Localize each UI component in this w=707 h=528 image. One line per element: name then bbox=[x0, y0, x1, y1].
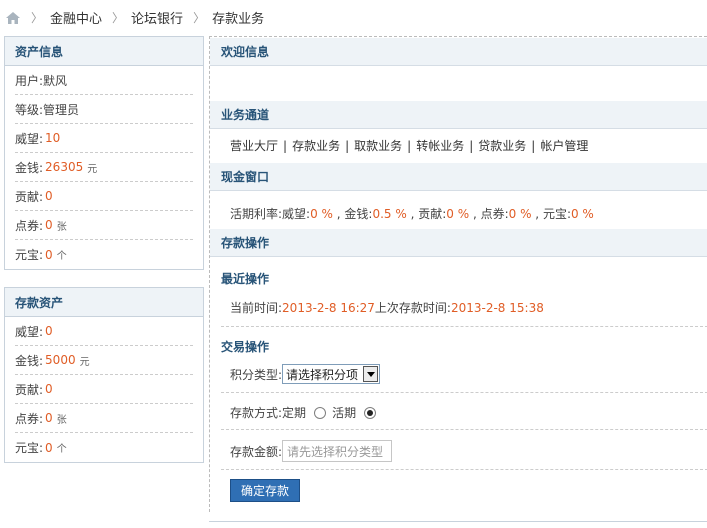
confirm-deposit-button[interactable]: 确定存款 bbox=[230, 479, 300, 502]
asset-value: 0 bbox=[45, 247, 53, 262]
breadcrumb-forum-bank[interactable]: 论坛银行 bbox=[131, 8, 183, 27]
deposit-row-contribution: 贡献: 0 bbox=[15, 375, 193, 404]
nav-account[interactable]: 帐户管理 bbox=[540, 137, 588, 154]
asset-value: 0 bbox=[45, 218, 53, 232]
asset-value: 0 bbox=[45, 189, 53, 203]
breadcrumb-deposit: 存款业务 bbox=[212, 12, 265, 27]
rate-prestige: 0 % bbox=[310, 206, 333, 221]
divider bbox=[221, 392, 707, 393]
divider bbox=[221, 326, 707, 327]
rate-coupons: 0 % bbox=[508, 206, 532, 221]
asset-row-coupons: 点券: 0张 bbox=[15, 211, 193, 240]
deposit-row-money: 金钱: 5000 元 bbox=[15, 346, 193, 375]
deposit-value: 0 bbox=[45, 382, 53, 396]
asset-value: 10 bbox=[45, 131, 61, 145]
trade-op-title: 交易操作 bbox=[221, 340, 270, 354]
asset-unit: 元 bbox=[87, 163, 98, 175]
chevron-right-icon: 〉 bbox=[193, 11, 206, 25]
deposit-row-ingots: 元宝: 0个 bbox=[15, 440, 67, 456]
nav-deposit[interactable]: 存款业务 bbox=[292, 137, 340, 154]
asset-row-ingots: 元宝: 0个 bbox=[15, 247, 67, 263]
asset-value: 26305 bbox=[45, 160, 84, 174]
deposit-value: 0 bbox=[45, 440, 53, 455]
asset-unit: 个 bbox=[56, 251, 67, 262]
asset-row-money: 金钱: 26305 元 bbox=[15, 153, 193, 182]
nav-lobby[interactable]: 营业大厅 bbox=[230, 137, 278, 154]
main-content: 欢迎信息 业务通道 营业大厅 | 存款业务 | 取款业务 | 转帐业务 | 贷款业务 | … bbox=[209, 36, 707, 512]
rate-contribution: 0 % bbox=[446, 206, 470, 221]
cash-title: 现金窗口 bbox=[210, 162, 707, 191]
chevron-right-icon: 〉 bbox=[112, 11, 125, 25]
chevron-right-icon: 〉 bbox=[31, 11, 44, 25]
deposit-row-coupons: 点券: 0张 bbox=[15, 404, 193, 433]
channel-title: 业务通道 bbox=[210, 100, 707, 129]
rate-money: 0.5 % bbox=[372, 206, 407, 221]
rate-line: 活期利率: 威望: 0 % , 金钱: 0.5 % , 贡献: 0 % , 点券… bbox=[230, 206, 594, 222]
deposit-unit: 元 bbox=[79, 356, 90, 368]
rate-ingots: 0 % bbox=[570, 206, 594, 221]
asset-row-prestige: 威望: 10 bbox=[15, 124, 193, 153]
breadcrumb-finance-center[interactable]: 金融中心 bbox=[50, 8, 102, 27]
assets-panel: 资产信息 用户: 默风 等级: 管理员 威望: 10 金钱: 26305 元 贡献… bbox=[4, 36, 204, 270]
home-icon[interactable] bbox=[5, 11, 21, 25]
channel-nav: 营业大厅 | 存款业务 | 取款业务 | 转帐业务 | 贷款业务 | 帐户管理 bbox=[230, 137, 589, 154]
time-line: 当前时间: 2013-2-8 16:27 上次存款时间: 2013-2-8 15… bbox=[230, 300, 544, 316]
deposit-value: 5000 bbox=[45, 353, 76, 367]
asset-unit: 张 bbox=[56, 221, 67, 233]
assets-title: 资产信息 bbox=[5, 37, 203, 66]
method-row: 存款方式: 定期 活期 bbox=[230, 404, 382, 421]
nav-loan[interactable]: 贷款业务 bbox=[478, 137, 526, 154]
method-current-label: 活期 bbox=[332, 406, 357, 420]
type-row: 积分类型: 请选择积分项 bbox=[230, 364, 381, 384]
deposit-amount-input[interactable]: 请先选择积分类型 bbox=[282, 440, 393, 462]
method-current-radio[interactable] bbox=[364, 406, 377, 419]
asset-row-level: 等级: 管理员 bbox=[15, 95, 193, 124]
points-type-select[interactable]: 请选择积分项 bbox=[282, 364, 381, 384]
amount-row: 存款金额: 请先选择积分类型 bbox=[230, 440, 393, 462]
asset-row-contribution: 贡献: 0 bbox=[15, 182, 193, 211]
asset-row-user: 用户: 默风 bbox=[15, 66, 193, 95]
last-deposit-time: 2013-2-8 15:38 bbox=[450, 300, 544, 315]
current-time: 2013-2-8 16:27 bbox=[282, 300, 375, 315]
deposit-value: 0 bbox=[45, 411, 53, 425]
welcome-title: 欢迎信息 bbox=[210, 37, 707, 66]
method-fixed-radio[interactable] bbox=[314, 406, 327, 419]
chevron-down-icon[interactable] bbox=[363, 366, 379, 382]
deposits-title: 存款资产 bbox=[5, 288, 203, 317]
nav-transfer[interactable]: 转帐业务 bbox=[416, 137, 464, 154]
deposits-panel: 存款资产 威望: 0 金钱: 5000 元 贡献: 0 点券: 0张 元宝: 0个 bbox=[4, 287, 204, 463]
deposit-unit: 个 bbox=[56, 444, 67, 455]
deposit-unit: 张 bbox=[56, 414, 67, 426]
asset-value: 默风 bbox=[43, 73, 68, 88]
nav-withdraw[interactable]: 取款业务 bbox=[354, 137, 402, 154]
deposit-op-title: 存款操作 bbox=[210, 228, 707, 257]
divider bbox=[221, 469, 707, 470]
breadcrumb: 〉 金融中心 〉 论坛银行 〉 存款业务 bbox=[0, 0, 707, 35]
bottom-divider bbox=[209, 521, 707, 522]
recent-op-title: 最近操作 bbox=[221, 272, 270, 286]
deposit-value: 0 bbox=[45, 324, 53, 338]
deposit-row-prestige: 威望: 0 bbox=[15, 317, 193, 346]
asset-value: 管理员 bbox=[43, 102, 80, 117]
method-fixed-label: 定期 bbox=[282, 406, 307, 420]
divider bbox=[221, 429, 707, 430]
